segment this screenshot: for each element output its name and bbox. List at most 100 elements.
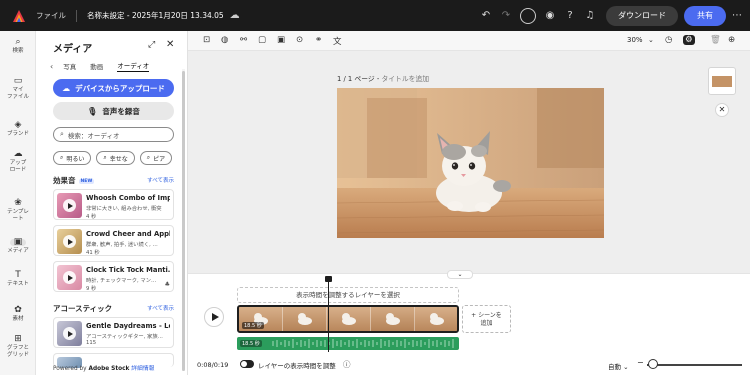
page-thumbnail[interactable] xyxy=(708,67,736,95)
notification-bell-icon[interactable]: ♫ xyxy=(580,10,600,21)
brand-icon: ◈ xyxy=(14,120,22,130)
file-menu[interactable]: ファイル xyxy=(36,10,66,21)
play-icon[interactable] xyxy=(63,271,76,284)
see-all-link[interactable]: すべて表示 xyxy=(147,176,174,184)
sfx-section-header: 効果音 NEW すべて表示 xyxy=(53,175,174,185)
tab-audio[interactable]: オーディオ xyxy=(117,60,150,72)
audio-duration: 9 秒 xyxy=(86,286,97,292)
rail-item-templates[interactable]: ❀ テンプレ ート xyxy=(0,198,36,223)
document-title[interactable]: 名称未設定 - 2025年1月20日 13.34.05 xyxy=(87,10,224,21)
avatar[interactable] xyxy=(520,7,536,24)
template-icon: ❀ xyxy=(14,198,22,208)
audio-title: Whoosh Combo of Imp… xyxy=(86,194,170,202)
frame-icon[interactable]: ▣ xyxy=(277,35,285,45)
add-icon[interactable]: ⊕ xyxy=(728,35,735,45)
rail-item-upload[interactable]: ☁ アップ ロード xyxy=(0,150,36,174)
timer-icon[interactable]: ◷ xyxy=(665,35,672,45)
audio-title: Gentle Daydreams - Lo… xyxy=(86,322,170,330)
chevron-down-icon[interactable]: ⌄ xyxy=(648,36,654,44)
rail-label: アップ ロード xyxy=(9,160,27,173)
chevron-down-icon: ⌄ xyxy=(623,363,629,371)
filter-chip[interactable]: ⌕ 幸せな xyxy=(96,151,135,165)
audio-duration: 41 秒 xyxy=(86,250,100,256)
audio-card[interactable]: Whoosh Combo of Imp… 非常に大きい, 組み合わせ, 衝突 4… xyxy=(53,189,174,220)
audio-track[interactable]: 18.5 秒 xyxy=(237,337,459,350)
download-button[interactable]: ダウンロード xyxy=(606,5,678,26)
lightbulb-icon[interactable]: ◉ xyxy=(540,10,560,21)
app-logo[interactable] xyxy=(12,9,26,23)
play-icon[interactable] xyxy=(63,199,76,212)
record-audio-button[interactable]: 🎙 音声を録音 xyxy=(53,102,174,120)
filter-chip[interactable]: ⌕ ピア xyxy=(139,151,173,165)
top-bar: ファイル 名称未設定 - 2025年1月20日 13.34.05 ☁ ↶ ↷ ◉… xyxy=(0,0,750,31)
palette-icon[interactable]: ◍ xyxy=(221,35,228,45)
translate-icon[interactable]: 文 xyxy=(333,35,342,47)
audio-card[interactable]: Clock Tick Tock Manti… 時計, チェックマーク, マン… … xyxy=(53,261,174,292)
see-all-link[interactable]: すべて表示 xyxy=(147,304,174,312)
chevron-down-icon[interactable]: ⌄ xyxy=(447,270,473,279)
shape-icon[interactable]: ▢ xyxy=(258,35,266,45)
expand-icon[interactable]: ⤢ xyxy=(148,40,155,50)
scrollbar-thumb[interactable] xyxy=(182,71,185,371)
adjust-duration-toggle[interactable] xyxy=(240,360,254,368)
play-icon[interactable] xyxy=(63,235,76,248)
layers-icon[interactable]: ⚙ xyxy=(683,35,695,45)
undo-icon[interactable]: ↶ xyxy=(476,10,496,21)
search-icon: ⌕ xyxy=(60,154,64,161)
rail-item-grids[interactable]: ⊞ グラフと グリッド xyxy=(0,335,36,359)
rail-item-text[interactable]: T テキスト xyxy=(0,271,36,288)
chevron-left-icon[interactable]: ‹ xyxy=(50,62,53,71)
learn-more-link[interactable]: 詳細情報 xyxy=(131,366,154,372)
video-clip[interactable]: 18.5 秒 xyxy=(237,305,459,333)
more-menu-icon[interactable]: ⋯ xyxy=(726,10,748,21)
filter-chips: ⌕ 明るい ⌕ 幸せな ⌕ ピア xyxy=(53,151,185,166)
audio-card[interactable]: Crowd Cheer and Appl… 群衆, 歓声, 拍手, 迷い続く, … xyxy=(53,225,174,256)
rail-item-brand[interactable]: ◈ ブランド xyxy=(0,120,36,138)
add-title[interactable]: タイトルを追加 xyxy=(381,75,429,83)
add-scene-button[interactable]: + シーンを 追加 xyxy=(462,305,511,333)
audio-search-input[interactable]: ⌕ 検索：オーディオ xyxy=(53,127,174,142)
slider-knob[interactable] xyxy=(648,359,658,369)
animate-icon[interactable]: ⊙ xyxy=(296,35,303,45)
timeline-zoom-slider[interactable] xyxy=(647,364,742,366)
toggle-label: レイヤーの表示時間を調整 xyxy=(258,362,336,370)
time-readout: 0:08/0:19 xyxy=(197,361,229,369)
question-icon[interactable]: ? xyxy=(560,10,580,21)
kitten-photo[interactable] xyxy=(337,88,604,238)
play-button[interactable] xyxy=(204,307,224,327)
tab-videos[interactable]: 動画 xyxy=(90,61,103,71)
audio-card[interactable]: Gentle Daydreams - Lo… アコースティックギター, 家族… … xyxy=(53,317,174,348)
tab-photos[interactable]: 写真 xyxy=(63,61,76,71)
close-icon[interactable]: ✕ xyxy=(715,103,729,117)
audio-duration: 4 秒 xyxy=(86,214,97,220)
rail-label: 検索 xyxy=(12,48,24,54)
timeline: ⌄ 表示時間を調整するレイヤーを選択 18.5 秒 + シーンを 追加 18.5… xyxy=(188,270,750,375)
playhead[interactable] xyxy=(325,276,332,352)
audio-thumbnail xyxy=(57,321,82,346)
rail-item-search[interactable]: ⌕ 検索 xyxy=(0,38,36,55)
rail-label: ブランド xyxy=(6,131,29,137)
info-icon[interactable]: ⓘ xyxy=(343,359,351,370)
crop-icon[interactable]: ⊡ xyxy=(203,35,210,45)
elements-icon: ✿ xyxy=(14,305,22,315)
upload-from-device-button[interactable]: ☁ デバイスからアップロード xyxy=(53,79,174,97)
adjust-icon[interactable]: ⚯ xyxy=(240,35,247,45)
auto-select[interactable]: 自動 ⌄ xyxy=(608,361,629,371)
rail-label: グラフと グリッド xyxy=(6,345,29,358)
clip-duration: 18.5 秒 xyxy=(242,322,264,329)
close-icon[interactable]: ✕ xyxy=(166,39,174,50)
share-button[interactable]: 共有 xyxy=(684,5,726,26)
redo-icon[interactable]: ↷ xyxy=(496,10,516,21)
rail-item-my-files[interactable]: ▭ マイ ファイル xyxy=(0,77,36,101)
zoom-level[interactable]: 30% xyxy=(627,36,643,44)
link-icon[interactable]: ⚭ xyxy=(315,35,322,45)
play-icon[interactable] xyxy=(63,327,76,340)
audio-tags: アコースティックギター, 家族… xyxy=(86,334,163,340)
media-panel: メディア ⤢ ✕ ‹ 写真 動画 オーディオ ☁ デバイスからアップロード 🎙 … xyxy=(36,31,188,375)
powered-prefix: Powered by xyxy=(53,366,87,372)
rail-item-media[interactable]: ▣ メディア xyxy=(0,238,36,255)
trash-icon[interactable]: 🗑 xyxy=(710,35,721,45)
zoom-out-icon[interactable]: − xyxy=(637,358,644,367)
rail-item-elements[interactable]: ✿ 素材 xyxy=(0,305,36,323)
filter-chip[interactable]: ⌕ 明るい xyxy=(53,151,92,165)
